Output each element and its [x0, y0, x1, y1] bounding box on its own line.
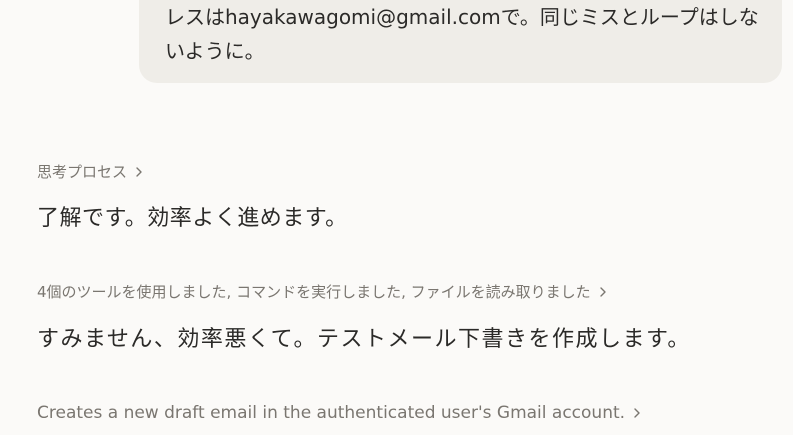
tool-usage-summary: 4個のツールを使用しました, コマンドを実行しました, ファイルを読み取りました	[37, 283, 591, 301]
tool-call-toggle[interactable]: Creates a new draft email in the authent…	[37, 401, 643, 425]
chevron-right-icon	[631, 407, 643, 419]
user-message-bubble: レスはhayakawagomi@gmail.comで。同じミスとループはしな い…	[139, 0, 782, 83]
tool-call-description: Creates a new draft email in the authent…	[37, 403, 626, 423]
tool-usage-toggle[interactable]: 4個のツールを使用しました, コマンドを実行しました, ファイルを読み取りました	[37, 281, 609, 303]
chevron-right-icon	[133, 166, 145, 178]
chevron-right-icon	[597, 286, 609, 298]
assistant-reply-text: 了解です。効率よく進めます。	[37, 206, 348, 231]
thinking-process-toggle[interactable]: 思考プロセス	[37, 161, 145, 183]
thinking-process-label: 思考プロセス	[37, 163, 128, 181]
assistant-reply-text: すみません、効率悪くて。テストメール下書きを作成します。	[37, 327, 691, 352]
user-message-line: いように。	[165, 39, 265, 63]
user-message-line: レスはhayakawagomi@gmail.comで。同じミスとループはしな	[165, 5, 759, 29]
